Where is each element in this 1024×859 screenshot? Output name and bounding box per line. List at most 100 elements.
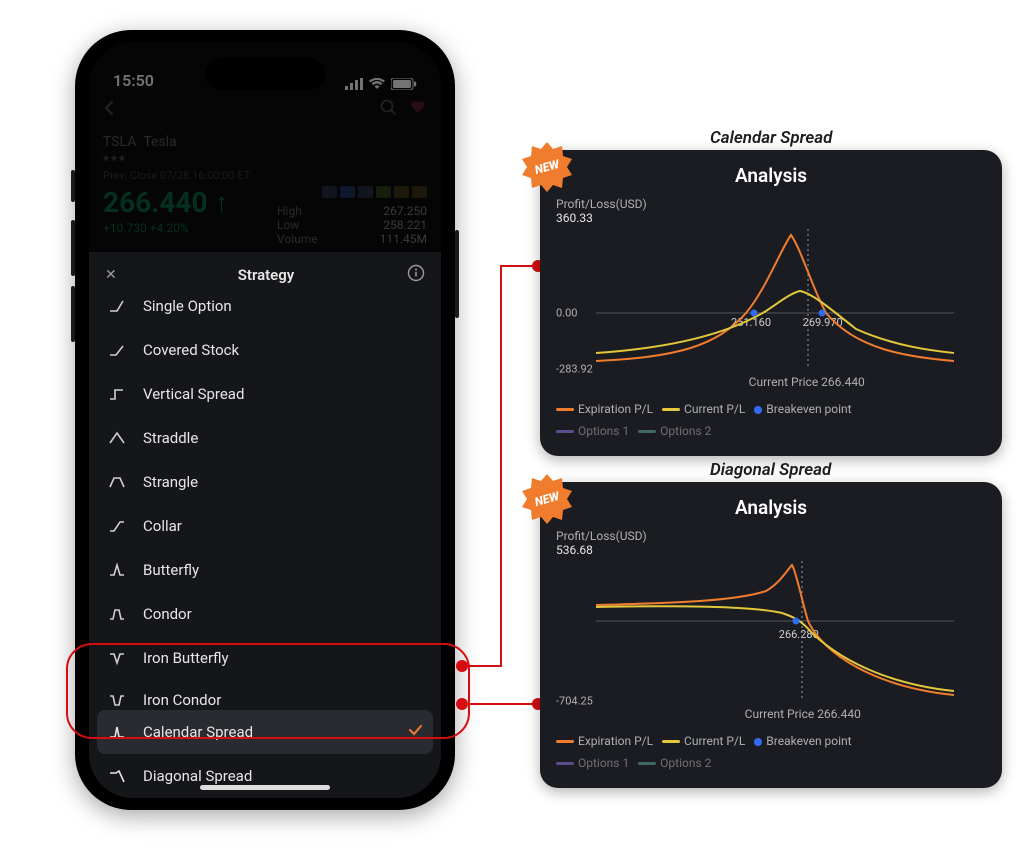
- legend-options2: Options 2: [660, 756, 711, 770]
- phone-power-button: [455, 230, 459, 318]
- strategy-item-label: Butterfly: [143, 561, 423, 579]
- ticker-name: Tesla: [143, 134, 176, 150]
- strategy-item-collar[interactable]: Collar: [89, 504, 441, 548]
- callout-connector: [500, 266, 502, 667]
- legend-breakeven: Breakeven point: [766, 734, 851, 748]
- phone-vol-up: [71, 220, 75, 276]
- strategy-item-straddle[interactable]: Straddle: [89, 416, 441, 460]
- strategy-item-label: Straddle: [143, 429, 423, 447]
- strategy-item-diagonal[interactable]: Diagonal Spread: [89, 754, 441, 798]
- cellular-icon: [345, 78, 363, 90]
- price-change: +10.730 +4.20%: [103, 221, 228, 235]
- market-badges: [277, 186, 427, 198]
- calendar-analysis-card: Analysis Profit/Loss(USD) 360.33 0.00 -2…: [540, 150, 1002, 456]
- strategy-item-label: Single Option: [143, 297, 423, 315]
- prev-close-label: Prev. Close 07/28 16:00:00 ET: [103, 169, 427, 182]
- ymax-value: 360.33: [556, 211, 986, 225]
- volume-value: 111.45M: [380, 232, 427, 246]
- status-bar: 15:50: [89, 42, 441, 92]
- legend-expiration: Expiration P/L: [578, 402, 653, 416]
- strategy-panel: ✕ Strategy Single Option Covered Stock Ver…: [89, 252, 441, 798]
- single-icon: [107, 296, 127, 316]
- diagonal-plot: -704.25 266.280 Current Price 266.440: [556, 561, 954, 701]
- strategy-item-ironcondor[interactable]: Iron Condor: [89, 680, 441, 710]
- ymax-value: 536.68: [556, 543, 986, 557]
- strategy-item-label: Diagonal Spread: [143, 767, 423, 785]
- phone-frame: 15:50 T: [75, 30, 455, 810]
- card-title: Analysis: [556, 164, 986, 187]
- legend-expiration: Expiration P/L: [578, 734, 653, 748]
- condor-icon: [107, 604, 127, 624]
- legend-breakeven: Breakeven point: [766, 402, 851, 416]
- strategy-list[interactable]: Single Option Covered Stock Vertical Sprea…: [89, 294, 441, 798]
- heart-icon: [409, 98, 427, 116]
- legend-options1: Options 1: [578, 756, 629, 770]
- strategy-item-vertical[interactable]: Vertical Spread: [89, 372, 441, 416]
- legend-options1: Options 1: [578, 424, 629, 438]
- strategy-item-covered[interactable]: Covered Stock: [89, 328, 441, 372]
- phone-vol-down: [71, 286, 75, 342]
- quote-header: TSLA Tesla *** Prev. Close 07/28 16:00:0…: [89, 90, 441, 246]
- check-icon: [407, 722, 423, 742]
- legend-current: Current P/L: [684, 402, 745, 416]
- strategy-item-single[interactable]: Single Option: [89, 294, 441, 328]
- covered-icon: [107, 340, 127, 360]
- strategy-item-calendar[interactable]: Calendar Spread: [97, 710, 433, 754]
- favorite-button[interactable]: [409, 98, 427, 121]
- callout-connector: [468, 665, 502, 667]
- panel-header: ✕ Strategy: [89, 252, 441, 298]
- straddle-icon: [107, 428, 127, 448]
- butterfly-icon: [107, 560, 127, 580]
- strategy-item-condor[interactable]: Condor: [89, 592, 441, 636]
- diagonal-icon: [107, 766, 127, 786]
- strategy-item-label: Covered Stock: [143, 341, 423, 359]
- up-arrow-icon: ↑: [214, 186, 228, 219]
- strategy-item-ironbfly[interactable]: Iron Butterfly: [89, 636, 441, 680]
- info-icon: [407, 264, 425, 282]
- new-badge: NEW: [520, 140, 574, 194]
- phone-side-button: [71, 170, 75, 202]
- back-button[interactable]: [103, 99, 117, 120]
- search-button[interactable]: [379, 98, 397, 121]
- strategy-item-butterfly[interactable]: Butterfly: [89, 548, 441, 592]
- yaxis-label: Profit/Loss(USD): [556, 197, 986, 211]
- nav-bar: [103, 98, 427, 121]
- close-button[interactable]: ✕: [105, 267, 125, 283]
- strategy-item-label: Collar: [143, 517, 423, 535]
- current-price-label: Current Price 266.440: [749, 375, 865, 389]
- volume-label: Volume: [277, 232, 318, 246]
- legend-current: Current P/L: [684, 734, 745, 748]
- high-label: High: [277, 204, 302, 218]
- strategy-item-label: Iron Butterfly: [143, 649, 423, 667]
- ironcondor-icon: [107, 690, 127, 710]
- strangle-icon: [107, 472, 127, 492]
- legend-options2: Options 2: [660, 424, 711, 438]
- strategy-item-label: Strangle: [143, 473, 423, 491]
- chevron-left-icon: [103, 101, 117, 115]
- calendar-caption: Calendar Spread: [710, 128, 832, 148]
- price-mask: ***: [103, 153, 127, 169]
- diagonal-caption: Diagonal Spread: [710, 460, 831, 480]
- strategy-item-label: Vertical Spread: [143, 385, 423, 403]
- battery-icon: [391, 78, 417, 90]
- strategy-item-label: Condor: [143, 605, 423, 623]
- yaxis-label: Profit/Loss(USD): [556, 529, 986, 543]
- calendar-plot: 0.00 -283.92 251.160 269.970 Current Pri…: [556, 229, 954, 369]
- panel-title: Strategy: [125, 266, 407, 284]
- callout-dot: [456, 698, 468, 710]
- info-button[interactable]: [407, 264, 425, 286]
- search-icon: [379, 98, 397, 116]
- legend: Expiration P/L Current P/L Breakeven poi…: [556, 399, 986, 442]
- new-badge: NEW: [520, 472, 574, 526]
- strategy-item-label: Iron Condor: [143, 691, 423, 709]
- high-value: 267.250: [383, 204, 427, 218]
- strategy-item-strangle[interactable]: Strangle: [89, 460, 441, 504]
- ticker-block: TSLA Tesla *** Prev. Close 07/28 16:00:0…: [103, 131, 427, 182]
- vertical-icon: [107, 384, 127, 404]
- last-price: 266.440: [103, 186, 208, 219]
- home-indicator[interactable]: [200, 785, 330, 790]
- low-label: Low: [277, 218, 299, 232]
- status-time: 15:50: [113, 71, 154, 90]
- legend: Expiration P/L Current P/L Breakeven poi…: [556, 731, 986, 774]
- calendar-icon: [107, 722, 127, 742]
